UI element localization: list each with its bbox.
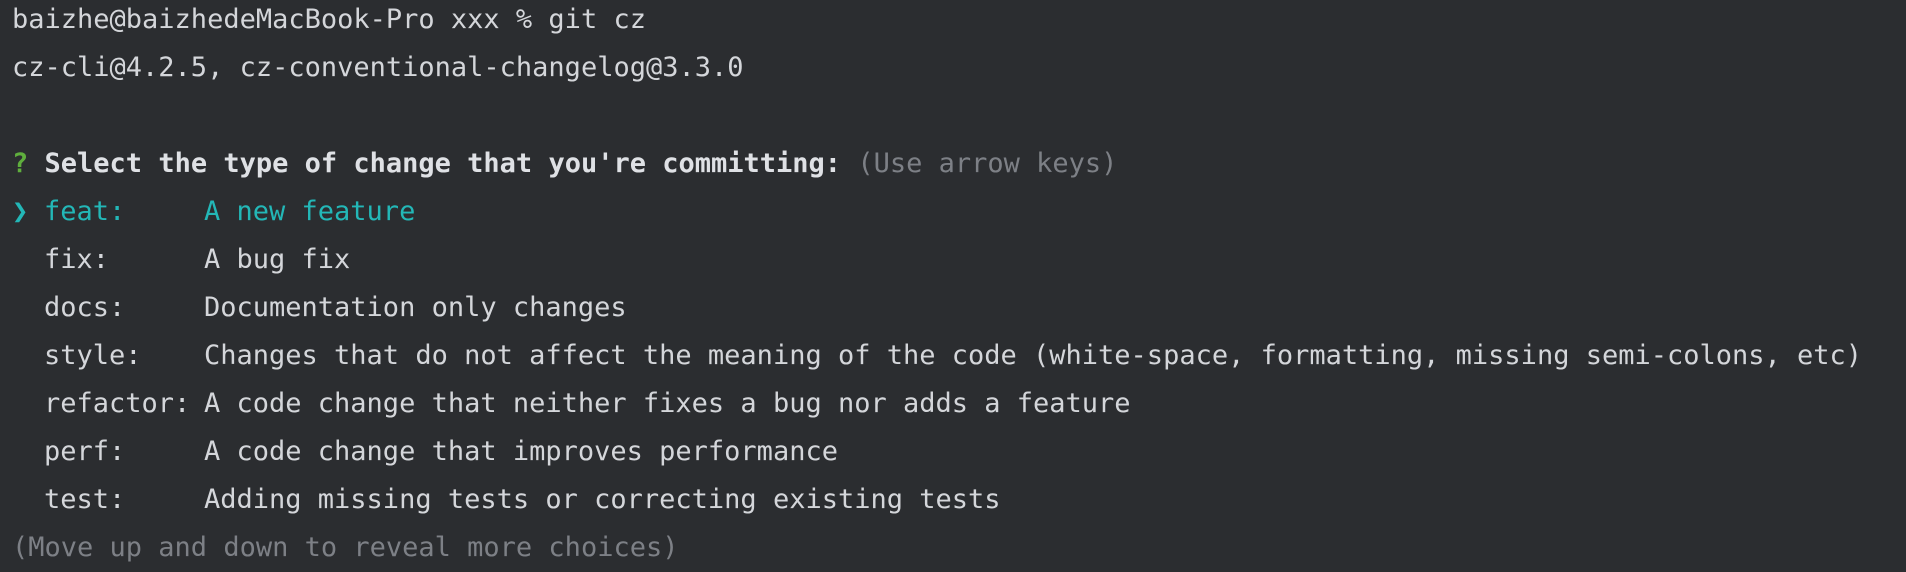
- choice-description: Documentation only changes: [204, 292, 627, 323]
- choice-name: docs:: [44, 292, 126, 323]
- choice-name: refactor:: [44, 388, 191, 419]
- choice-description: Changes that do not affect the meaning o…: [204, 340, 1863, 371]
- choice-description: A code change that improves performance: [204, 436, 838, 467]
- choice-name: test:: [44, 484, 126, 515]
- choice-name: style:: [44, 340, 142, 371]
- choice-test[interactable]: test: Adding missing tests or correcting …: [12, 476, 1906, 524]
- choice-name: feat:: [44, 196, 126, 227]
- prompt-hint: (Use arrow keys): [857, 148, 1118, 179]
- choice-refactor[interactable]: refactor: A code change that neither fixe…: [12, 380, 1906, 428]
- choice-feat[interactable]: ❯ feat: A new feature: [12, 188, 1906, 236]
- command-line: baizhe@baizhedeMacBook-Pro xxx % git cz: [12, 4, 646, 35]
- choice-style[interactable]: style: Changes that do not affect the mea…: [12, 332, 1906, 380]
- pointer-icon: ❯: [12, 196, 29, 227]
- choice-name: fix:: [44, 244, 110, 275]
- choice-fix[interactable]: fix: A bug fix: [12, 236, 1906, 284]
- version-line: cz-cli@4.2.5, cz-conventional-changelog@…: [12, 52, 744, 83]
- choice-docs[interactable]: docs: Documentation only changes: [12, 284, 1906, 332]
- choice-name: perf:: [44, 436, 126, 467]
- prompt-line: ? Select the type of change that you're …: [12, 140, 1906, 188]
- question-mark-icon: ?: [12, 148, 29, 179]
- choice-description: A bug fix: [204, 244, 351, 275]
- prompt-question: Select the type of change that you're co…: [44, 148, 842, 179]
- choice-description: Adding missing tests or correcting exist…: [204, 484, 1001, 515]
- choice-description: A new feature: [204, 196, 416, 227]
- footer-hint: (Move up and down to reveal more choices…: [12, 532, 679, 563]
- choice-perf[interactable]: perf: A code change that improves perform…: [12, 428, 1906, 476]
- choice-description: A code change that neither fixes a bug n…: [204, 388, 1131, 419]
- terminal-output[interactable]: baizhe@baizhedeMacBook-Pro xxx % git cz …: [12, 0, 1906, 563]
